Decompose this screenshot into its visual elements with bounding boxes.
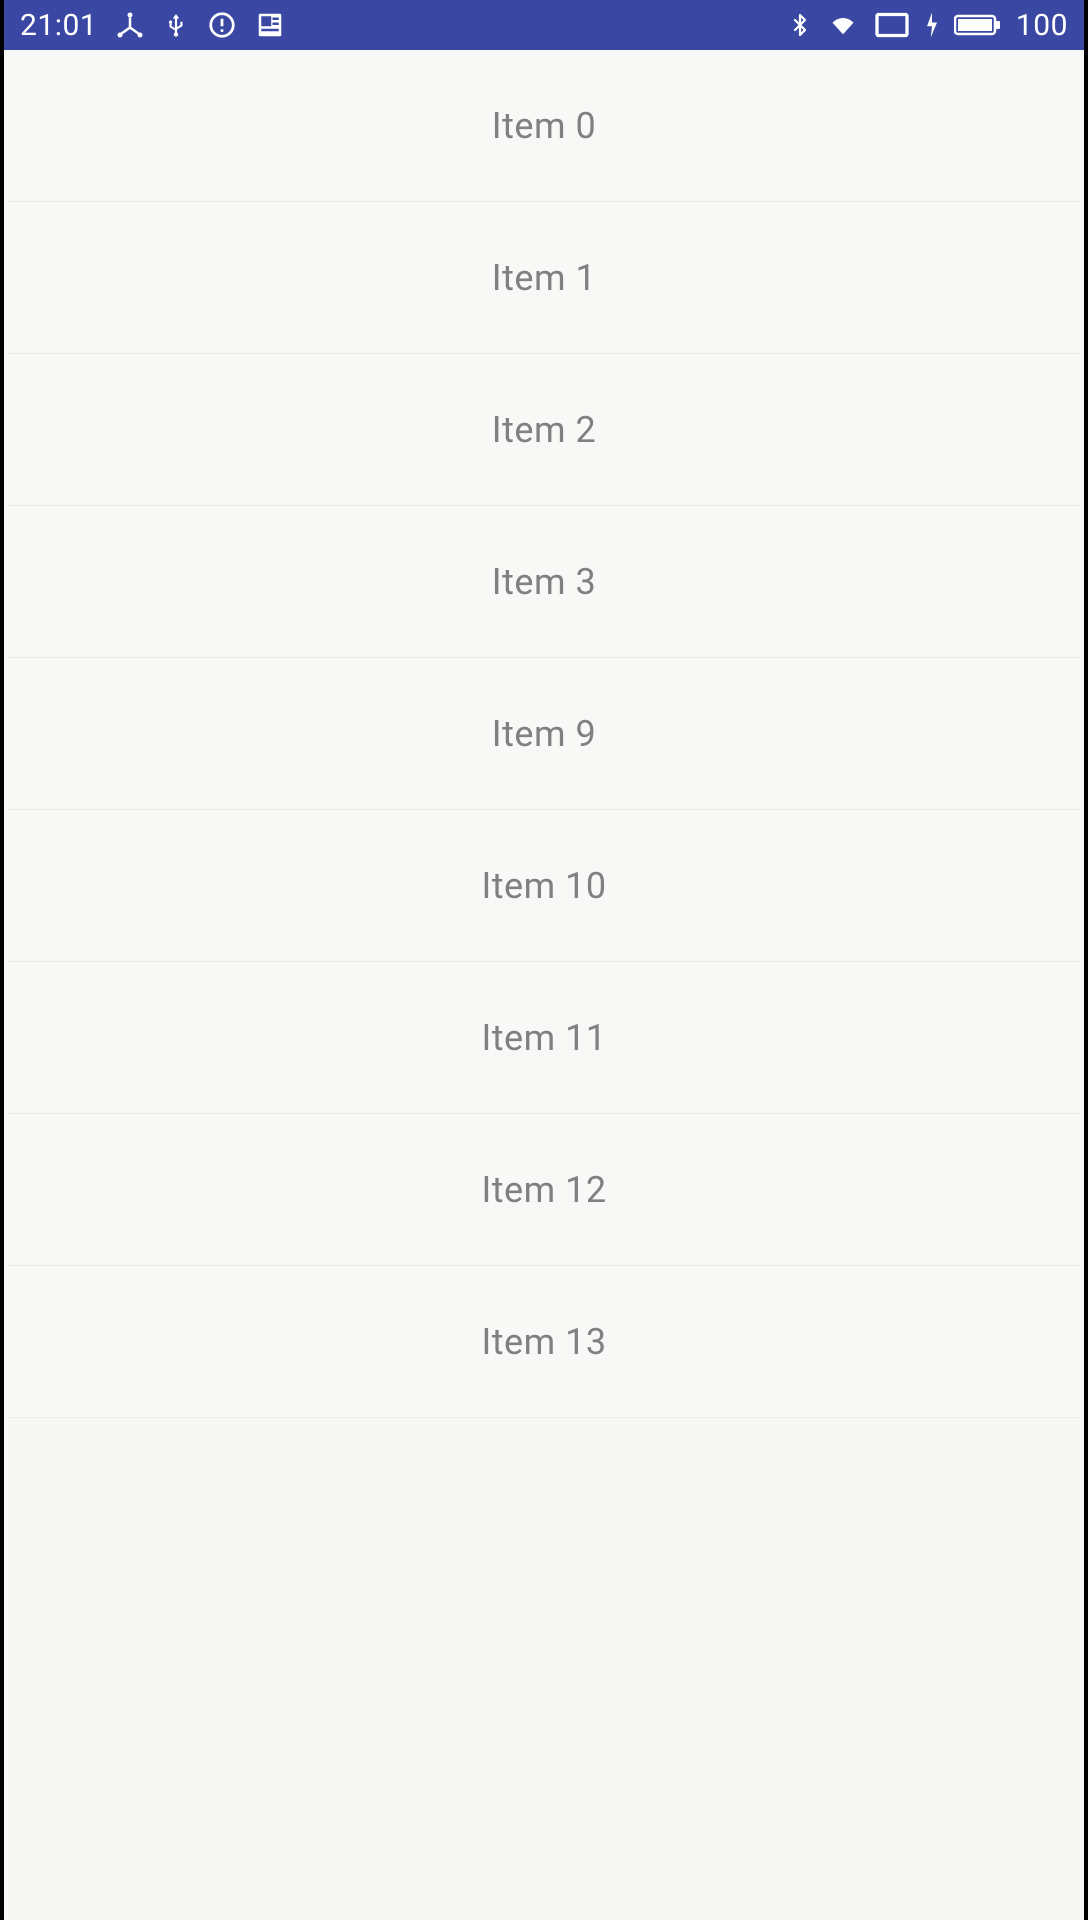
screen-icon <box>874 11 910 39</box>
list-item[interactable]: Item 10 <box>8 810 1080 962</box>
list-item-label: Item 0 <box>492 105 596 147</box>
list-item[interactable]: Item 12 <box>8 1114 1080 1266</box>
list-item[interactable]: Item 0 <box>8 50 1080 202</box>
list-item-label: Item 10 <box>481 865 606 907</box>
list-item-label: Item 12 <box>481 1169 606 1211</box>
battery-percent: 100 <box>1016 8 1068 43</box>
list-item-label: Item 9 <box>492 713 596 755</box>
news-icon <box>255 10 285 40</box>
list-item[interactable]: Item 1 <box>8 202 1080 354</box>
device-frame: 21:01 <box>0 0 1088 1920</box>
list-item-label: Item 1 <box>492 257 596 299</box>
list-view[interactable]: Item 0 Item 1 Item 2 Item 3 Item 9 Item … <box>8 50 1080 1920</box>
list-item[interactable]: Item 3 <box>8 506 1080 658</box>
battery-icon <box>954 12 1002 38</box>
status-left: 21:01 <box>20 8 285 43</box>
hub-icon <box>115 10 145 40</box>
list-item-label: Item 3 <box>492 561 596 603</box>
charging-icon <box>924 10 940 40</box>
list-item[interactable]: Item 11 <box>8 962 1080 1114</box>
alert-circle-icon <box>207 10 237 40</box>
usb-icon <box>163 10 189 40</box>
list-item[interactable]: Item 9 <box>8 658 1080 810</box>
clock: 21:01 <box>20 8 97 43</box>
status-bar: 21:01 <box>4 0 1084 50</box>
list-item-label: Item 11 <box>481 1017 606 1059</box>
bluetooth-icon <box>788 9 812 41</box>
wifi-icon <box>826 11 860 39</box>
list-item[interactable]: Item 13 <box>8 1266 1080 1418</box>
status-right: 100 <box>788 8 1068 43</box>
list-item-label: Item 2 <box>492 409 596 451</box>
list-item[interactable]: Item 2 <box>8 354 1080 506</box>
list-item-label: Item 13 <box>481 1321 606 1363</box>
